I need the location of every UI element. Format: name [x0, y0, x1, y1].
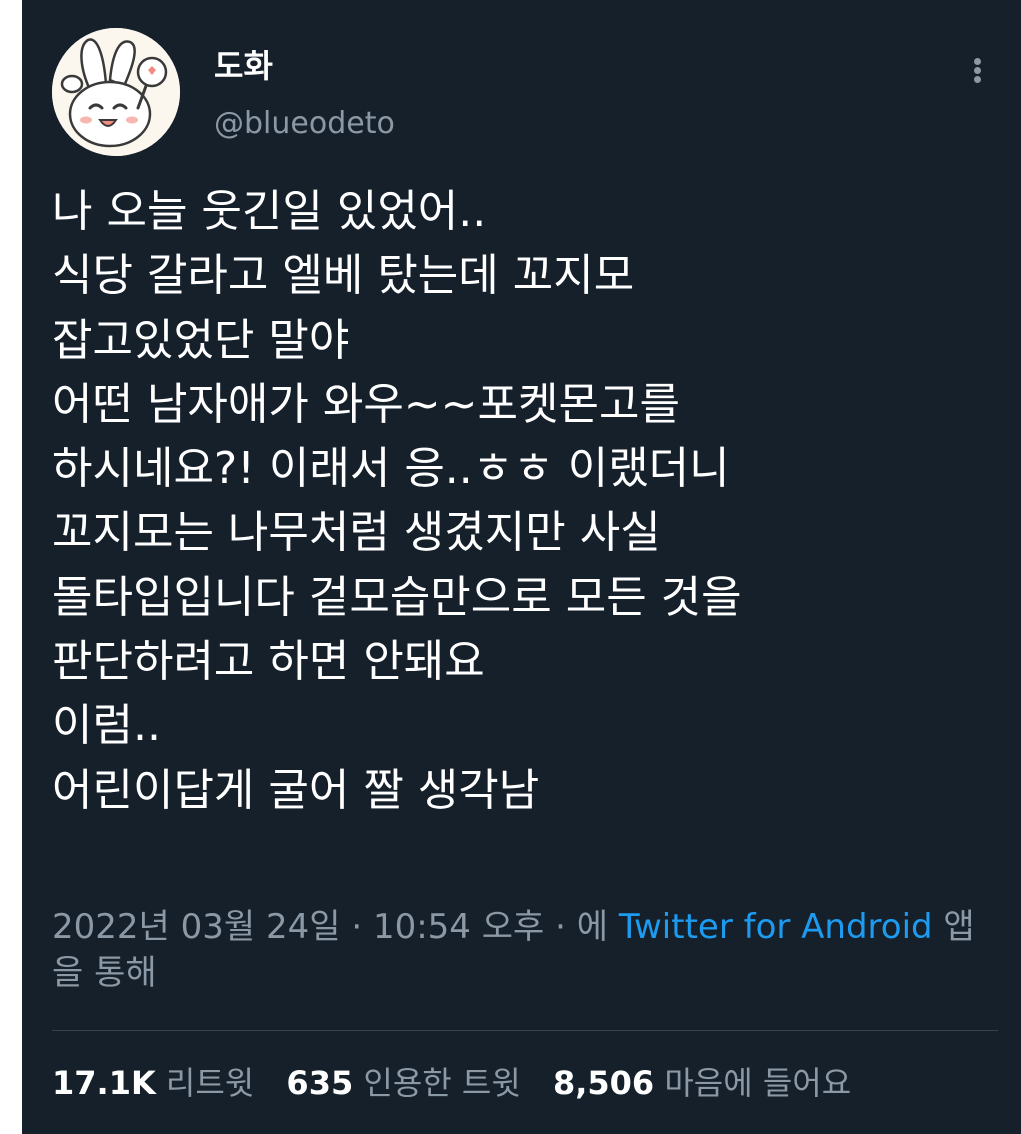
tweet-card: 도화 @blueodeto 나 오늘 웃긴일 있었어.. 식당 갈라고 엘베 탔…: [22, 0, 1021, 1134]
via-prefix: 에: [576, 907, 619, 947]
likes-stat[interactable]: 8,506 마음에 들어요: [553, 1062, 851, 1104]
tweet-text-line: 판단하려고 하면 안돼요: [52, 636, 485, 688]
meta-separator: ·: [340, 907, 373, 947]
more-vertical-icon[interactable]: [966, 50, 990, 90]
tweet-text-line: 이럼..: [52, 700, 161, 752]
tweet-text: 나 오늘 웃긴일 있었어.. 식당 갈라고 엘베 탔는데 꼬지모 잡고있었단 말…: [52, 180, 1002, 823]
meta-separator: ·: [544, 907, 577, 947]
retweets-label: 리트윗: [165, 1064, 255, 1102]
tweet-text-line: 잡고있었단 말야: [52, 314, 350, 366]
engagement-stats: 17.1K 리트윗 635 인용한 트윗 8,506 마음에 들어요: [52, 1062, 873, 1104]
divider: [52, 1030, 998, 1031]
tweet-text-line: 어린이답게 굴어 짤 생각남: [52, 764, 540, 816]
tweet-metadata: 2022년 03월 24일 · 10:54 오후 · 에 Twitter for…: [52, 904, 1002, 996]
retweets-stat[interactable]: 17.1K 리트윗: [52, 1062, 254, 1104]
tweet-text-line: 꼬지모는 나무처럼 생겼지만 사실: [52, 507, 661, 559]
likes-label: 마음에 들어요: [664, 1064, 852, 1102]
rabbit-character-avatar-icon: [52, 28, 180, 156]
tweet-text-line: 하시네요?! 이래서 응..ㅎㅎ 이랬더니: [52, 443, 730, 495]
tweet-time[interactable]: 10:54 오후: [373, 907, 544, 947]
tweet-date[interactable]: 2022년 03월 24일: [52, 907, 341, 947]
quotes-count: 635: [286, 1064, 354, 1102]
author-handle[interactable]: @blueodeto: [214, 104, 395, 144]
quotes-stat[interactable]: 635 인용한 트윗: [286, 1062, 520, 1104]
quotes-label: 인용한 트윗: [363, 1064, 521, 1102]
author-display-name[interactable]: 도화: [214, 46, 273, 86]
tweet-text-line: 어떤 남자애가 와우~~포켓몬고를: [52, 378, 680, 430]
author-avatar[interactable]: [52, 28, 180, 156]
tweet-text-line: 식당 갈라고 엘베 탔는데 꼬지모: [52, 250, 635, 302]
tweet-text-line: 나 오늘 웃긴일 있었어..: [52, 186, 487, 237]
source-link[interactable]: Twitter for Android: [619, 907, 933, 947]
retweets-count: 17.1K: [52, 1064, 156, 1102]
likes-count: 8,506: [552, 1064, 655, 1102]
tweet-text-line: 돌타입입니다 겉모습만으로 모든 것을: [52, 571, 742, 623]
